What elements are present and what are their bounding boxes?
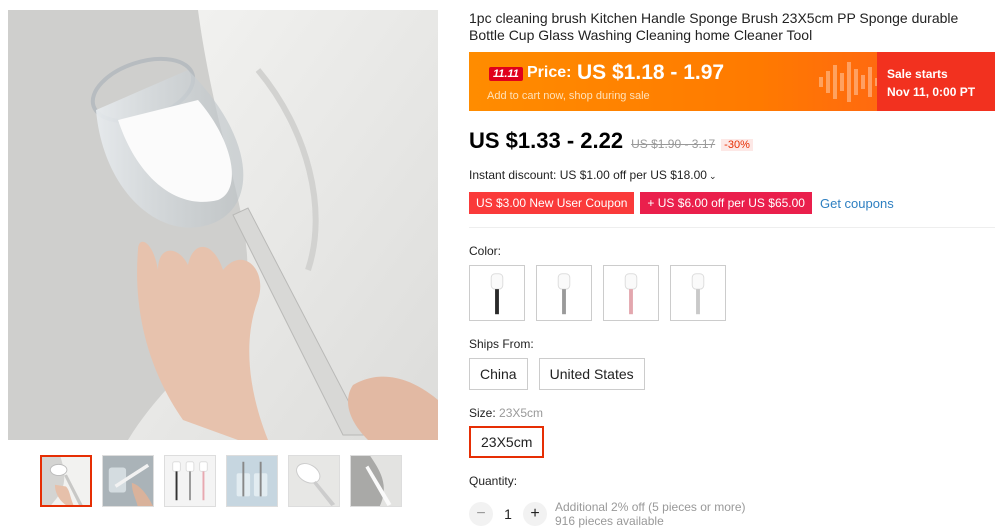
ships-from-china[interactable]: China [469,358,528,390]
get-coupons-link[interactable]: Get coupons [820,196,894,211]
thumbnail-4[interactable] [226,455,278,507]
quantity-label: Quantity: [469,474,518,488]
thumbnail-1[interactable] [40,455,92,507]
sale-price-range: US $1.18 - 1.97 [577,61,725,84]
product-info: 1pc cleaning brush Kitchen Handle Sponge… [469,10,995,528]
quantity-note: Additional 2% off (5 pieces or more) 916… [555,500,746,528]
ships-from-options: China United States [469,358,645,390]
quantity-increase-button[interactable]: + [523,502,547,526]
main-product-image[interactable] [8,10,438,440]
thumbnail-5[interactable] [288,455,340,507]
thumbnail-6[interactable] [350,455,402,507]
original-price: US $1.90 - 3.17 [631,137,716,151]
size-label-text: Size: [469,406,496,420]
sale-banner[interactable]: 11.11 Price: US $1.18 - 1.97 Add to cart… [469,52,995,111]
current-price: US $1.33 - 2.22 [469,128,624,153]
color-swatches [469,265,726,321]
quantity-input[interactable]: 1 [493,506,523,522]
color-swatch-light-gray[interactable] [670,265,726,321]
size-selected-value: 23X5cm [499,406,544,420]
thumbnail-3[interactable] [164,455,216,507]
price-row: US $1.33 - 2.22 US $1.90 - 3.17 -30% [469,128,753,154]
ships-from-united-states[interactable]: United States [538,358,645,390]
banner-decoration-icon [819,58,879,106]
thumbnail-2[interactable] [102,455,154,507]
quantity-stepper: − 1 + Additional 2% off (5 pieces or mor… [469,500,746,528]
product-title: 1pc cleaning brush Kitchen Handle Sponge… [469,10,959,43]
coupon-row: US $3.00 New User Coupon + US $6.00 off … [469,192,894,214]
sale-price-label: Price: [527,64,572,81]
color-swatch-gray[interactable] [536,265,592,321]
instant-discount-text: Instant discount: US $1.00 off per US $1… [469,168,707,182]
size-option-23x5cm[interactable]: 23X5cm [469,426,545,458]
bulk-discount-note: Additional 2% off (5 pieces or more) [555,500,746,514]
sale-start-date: Nov 11, 0:00 PT [887,85,976,99]
color-label: Color: [469,244,502,258]
sale-start-label: Sale starts [887,67,948,81]
divider [469,227,995,228]
color-swatch-pink[interactable] [603,265,659,321]
color-swatch-black[interactable] [469,265,525,321]
discount-badge: -30% [721,139,753,151]
stock-available: 916 pieces available [555,514,664,528]
new-user-coupon[interactable]: US $3.00 New User Coupon [469,192,635,214]
quantity-decrease-button[interactable]: − [469,502,493,526]
size-label: Size: 23X5cm [469,406,543,420]
size-options: 23X5cm [469,426,545,458]
sale-event-badge: 11.11 [489,67,523,81]
instant-discount[interactable]: Instant discount: US $1.00 off per US $1… [469,168,716,182]
thumbnail-strip [40,455,402,507]
sale-start-panel: Sale starts Nov 11, 0:00 PT [877,52,995,111]
sale-subtext: Add to cart now, shop during sale [487,90,650,102]
store-coupon[interactable]: + US $6.00 off per US $65.00 [640,192,812,214]
chevron-down-icon[interactable]: ⌄ [709,171,717,181]
ships-from-label: Ships From: [469,337,534,351]
